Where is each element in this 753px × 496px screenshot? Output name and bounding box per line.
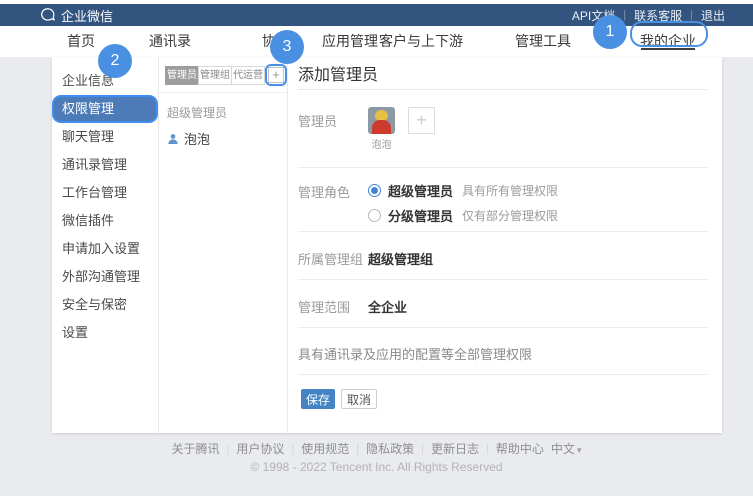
nav-my-company[interactable]: 我的企业 xyxy=(640,26,696,57)
language-selector[interactable]: 中文▾ xyxy=(551,440,582,457)
nav-app-management[interactable]: 应用管理 xyxy=(322,26,378,57)
copyright: © 1998 - 2022 Tencent Inc. All Rights Re… xyxy=(0,460,753,474)
separator: | xyxy=(227,443,230,455)
footer-about-tencent[interactable]: 关于腾讯 xyxy=(172,440,220,457)
footer-help-center[interactable]: 帮助中心 xyxy=(496,440,544,457)
buttons-row: 保存 取消 xyxy=(298,375,708,433)
admin-group-value: 超级管理组 xyxy=(368,249,433,268)
admin-group-field-label: 所属管理组 xyxy=(298,249,363,268)
add-admin-form: 添加管理员 管理员 泡泡 + 管理角色 超级管理员 xyxy=(288,57,722,433)
note-row: 具有通讯录及应用的配置等全部管理权限 xyxy=(298,328,708,375)
sidebar-item-contacts-management[interactable]: 通讯录管理 xyxy=(52,151,158,179)
separator: | xyxy=(486,443,489,455)
footer-links: 关于腾讯 | 用户协议 | 使用规范 | 隐私政策 | 更新日志 | 帮助中心 中文▾ xyxy=(0,440,753,457)
logout-link[interactable]: 退出 xyxy=(701,7,725,24)
admin-group-row: 所属管理组 超级管理组 xyxy=(298,232,708,280)
nav-home[interactable]: 首页 xyxy=(67,26,95,57)
separator: | xyxy=(623,9,626,21)
logo: 企业微信 xyxy=(40,6,113,25)
footer-usage-rules[interactable]: 使用规范 xyxy=(301,440,349,457)
admin-avatar xyxy=(368,107,395,134)
nav-customers[interactable]: 客户与上下游 xyxy=(379,26,463,57)
permission-note: 具有通讯录及应用的配置等全部管理权限 xyxy=(298,344,532,363)
sidebar: 企业信息 权限管理 聊天管理 通讯录管理 工作台管理 微信插件 申请加入设置 外… xyxy=(52,57,158,433)
admin-list-column: 管理员 管理组 代运营 + 超级管理员 泡泡 xyxy=(158,57,288,433)
sidebar-item-permission-management[interactable]: 权限管理 xyxy=(52,95,158,123)
sidebar-item-security[interactable]: 安全与保密 xyxy=(52,291,158,319)
topbar-links: API文档 | 联系客服 | 退出 xyxy=(572,7,725,24)
admin-member-row[interactable]: 泡泡 xyxy=(159,121,287,148)
cancel-button[interactable]: 取消 xyxy=(341,389,377,409)
plus-icon: + xyxy=(272,67,280,82)
admin-list-tabs: 管理员 管理组 代运营 xyxy=(165,66,265,85)
admin-avatar-name: 泡泡 xyxy=(368,136,395,151)
logo-text: 企业微信 xyxy=(61,6,113,25)
page-background: 企业信息 权限管理 聊天管理 通讯录管理 工作台管理 微信插件 申请加入设置 外… xyxy=(0,57,753,496)
person-icon xyxy=(167,133,179,145)
radio-checked-icon[interactable] xyxy=(368,184,381,197)
footer-user-agreement[interactable]: 用户协议 xyxy=(236,440,284,457)
sidebar-item-join-settings[interactable]: 申请加入设置 xyxy=(52,235,158,263)
admin-list-header: 管理员 管理组 代运营 + xyxy=(159,57,287,93)
main-panel: 企业信息 权限管理 聊天管理 通讯录管理 工作台管理 微信插件 申请加入设置 外… xyxy=(52,57,722,433)
topbar: 企业微信 API文档 | 联系客服 | 退出 xyxy=(0,4,753,26)
step-number: 1 xyxy=(606,23,615,41)
scope-label: 管理范围 xyxy=(298,297,350,316)
chat-bubble-icon xyxy=(40,8,56,23)
plus-icon: + xyxy=(416,110,427,130)
page-title: 添加管理员 xyxy=(298,57,708,90)
separator: | xyxy=(421,443,424,455)
role-label: 管理角色 xyxy=(298,182,350,201)
tab-agent-ops[interactable]: 代运营 xyxy=(231,66,265,85)
step-number: 2 xyxy=(111,52,120,70)
admin-row: 管理员 泡泡 + xyxy=(298,90,708,168)
footer-changelog[interactable]: 更新日志 xyxy=(431,440,479,457)
separator: | xyxy=(690,9,693,21)
contact-support-link[interactable]: 联系客服 xyxy=(634,7,682,24)
tab-admin-groups[interactable]: 管理组 xyxy=(198,66,232,85)
admin-label: 管理员 xyxy=(298,111,337,130)
sidebar-item-workbench-management[interactable]: 工作台管理 xyxy=(52,179,158,207)
add-admin-member-button[interactable]: + xyxy=(408,107,435,134)
screen: 企业微信 API文档 | 联系客服 | 退出 首页 通讯录 协作 应用管理 客户… xyxy=(0,0,753,496)
step-1-badge: 1 xyxy=(593,15,627,49)
scope-value: 全企业 xyxy=(368,297,407,316)
admin-member-name: 泡泡 xyxy=(184,129,210,148)
sidebar-item-settings[interactable]: 设置 xyxy=(52,319,158,347)
step-3-badge: 3 xyxy=(270,30,304,64)
separator: | xyxy=(291,443,294,455)
radio-sub-admin[interactable]: 分级管理员 仅有部分管理权限 xyxy=(368,206,558,225)
admin-group-label: 超级管理员 xyxy=(159,93,287,121)
footer: 关于腾讯 | 用户协议 | 使用规范 | 隐私政策 | 更新日志 | 帮助中心 中文▾ ©… xyxy=(0,440,753,474)
footer-privacy-policy[interactable]: 隐私政策 xyxy=(366,440,414,457)
sidebar-item-chat-management[interactable]: 聊天管理 xyxy=(52,123,158,151)
sidebar-item-wechat-plugin[interactable]: 微信插件 xyxy=(52,207,158,235)
role-row: 管理角色 超级管理员 具有所有管理权限 分级管理员 仅有部分管理权限 xyxy=(298,168,708,232)
step-2-badge: 2 xyxy=(98,44,132,78)
nav-contacts[interactable]: 通讯录 xyxy=(149,26,191,57)
separator: | xyxy=(356,443,359,455)
tab-admins[interactable]: 管理员 xyxy=(165,66,199,85)
sidebar-item-external-comm[interactable]: 外部沟通管理 xyxy=(52,263,158,291)
radio-super-admin[interactable]: 超级管理员 具有所有管理权限 xyxy=(368,181,558,200)
caret-down-icon: ▾ xyxy=(577,445,582,455)
add-admin-list-button[interactable]: + xyxy=(268,67,284,83)
save-button[interactable]: 保存 xyxy=(301,389,335,409)
radio-unchecked-icon[interactable] xyxy=(368,209,381,222)
step-number: 3 xyxy=(283,38,292,56)
scope-row: 管理范围 全企业 xyxy=(298,280,708,328)
selected-admin[interactable]: 泡泡 xyxy=(368,107,395,151)
nav-admin-tools[interactable]: 管理工具 xyxy=(515,26,571,57)
